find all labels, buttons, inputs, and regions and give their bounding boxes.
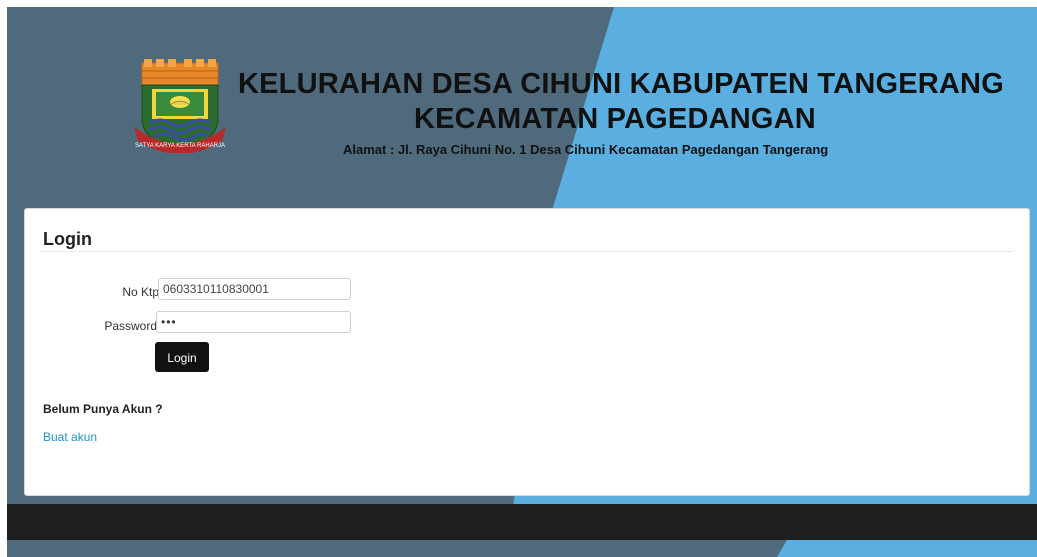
password-label: Password: [104, 319, 157, 333]
kabupaten-tangerang-logo: SATYA KARYA KERTA RAHARJA: [134, 59, 226, 153]
panel-title: Login: [43, 229, 92, 249]
create-account-link[interactable]: Buat akun: [43, 430, 97, 444]
bottom-background-strip: [7, 540, 1037, 557]
bottom-background-shape: [7, 540, 787, 557]
site-title-line1: KELURAHAN DESA CIHUNI KABUPATEN TANGERAN…: [238, 68, 1004, 100]
login-button[interactable]: Login: [155, 342, 209, 372]
site-address: Alamat : Jl. Raya Cihuni No. 1 Desa Cihu…: [343, 142, 829, 157]
ktp-input[interactable]: [158, 278, 351, 300]
footer-bar: [7, 504, 1037, 540]
divider: [41, 251, 1013, 252]
ktp-label: No Ktp: [122, 285, 159, 299]
logo-motto: SATYA KARYA KERTA RAHARJA: [135, 143, 225, 149]
login-panel: Login No Ktp Password ••• Login Belum Pu…: [24, 208, 1030, 496]
password-input[interactable]: •••: [156, 311, 351, 333]
site-title-line2: KECAMATAN PAGEDANGAN: [414, 103, 816, 135]
signup-question: Belum Punya Akun ?: [43, 402, 163, 416]
